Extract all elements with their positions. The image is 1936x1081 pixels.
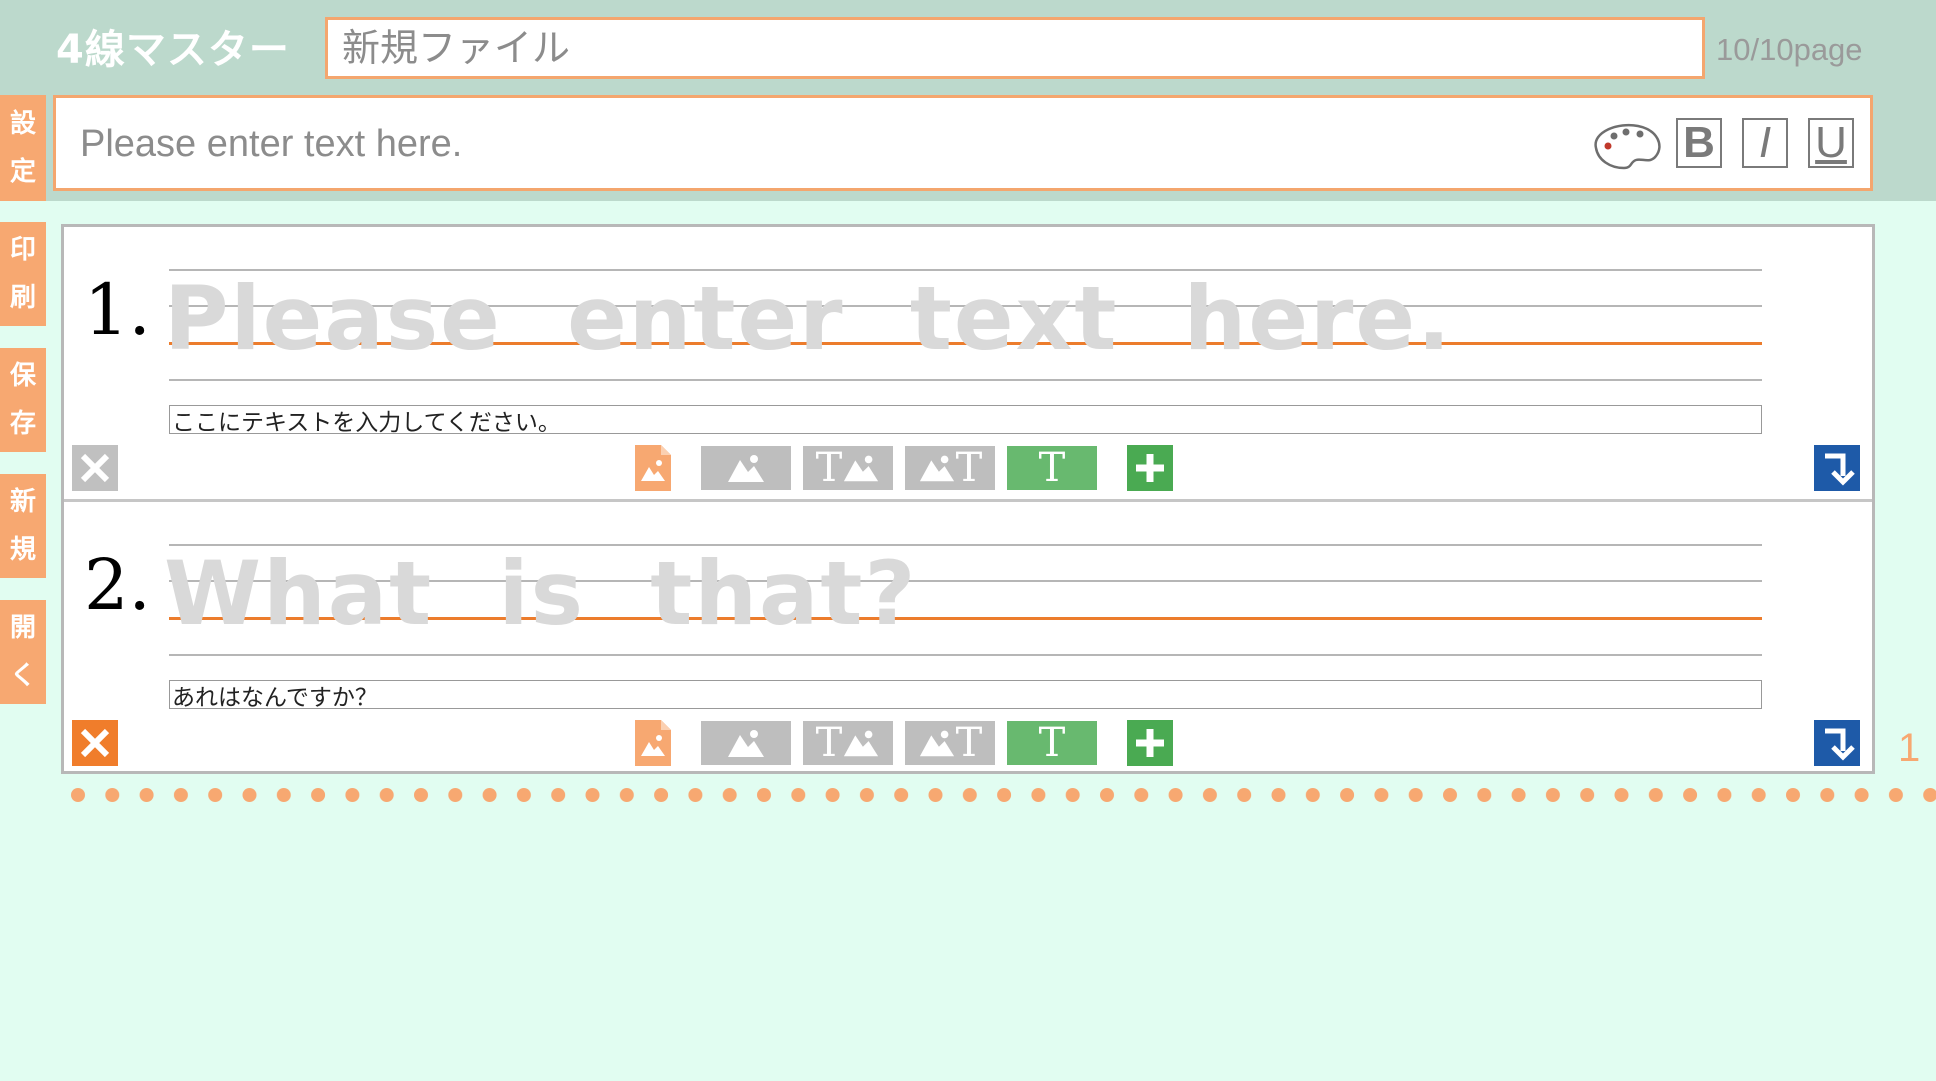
layout-text-image-button[interactable]: T xyxy=(803,446,893,490)
sidebar-item-label: 刷 xyxy=(9,283,36,313)
image-icon xyxy=(844,455,879,482)
layout-image-button[interactable] xyxy=(701,721,791,765)
worksheet: 1. Please enter text here. T T T xyxy=(61,224,1875,774)
text-glyph: T xyxy=(955,445,983,491)
sidebar-item-save[interactable]: 保 存 xyxy=(0,348,46,452)
image-icon xyxy=(728,730,764,757)
italic-button[interactable]: I xyxy=(1742,118,1788,168)
sidebar-item-label: 保 xyxy=(9,361,36,391)
sidebar-item-print[interactable]: 印 刷 xyxy=(0,222,46,326)
text-editor: B I U xyxy=(53,95,1873,191)
sentence-input[interactable] xyxy=(169,680,1762,709)
palette-button[interactable] xyxy=(1588,120,1664,170)
layout-text-image-button[interactable]: T xyxy=(803,721,893,765)
image-icon xyxy=(728,455,764,482)
trace-text: Please enter text here. xyxy=(164,267,1453,370)
app-title: 4線マスター xyxy=(56,27,290,73)
page-break-divider xyxy=(70,787,1936,803)
sidebar-item-label: 設 xyxy=(9,109,36,139)
sidebar-item-label: く xyxy=(9,661,36,691)
text-glyph: T xyxy=(955,720,983,766)
layout-text-button[interactable]: T xyxy=(1007,721,1097,765)
move-row-down-button[interactable] xyxy=(1814,445,1860,491)
add-row-button[interactable] xyxy=(1127,445,1173,491)
underline-button[interactable]: U xyxy=(1808,118,1854,168)
sidebar-item-open[interactable]: 開 く xyxy=(0,600,46,704)
layout-image-text-button[interactable]: T xyxy=(905,446,995,490)
sidebar-item-label: 存 xyxy=(9,409,36,439)
sidebar-item-new[interactable]: 新 規 xyxy=(0,474,46,578)
sentence-row: 1. Please enter text here. T T T xyxy=(64,227,1872,502)
layout-image-button[interactable] xyxy=(701,446,791,490)
arrow-down-icon xyxy=(1825,453,1855,486)
layout-image-text-button[interactable]: T xyxy=(905,721,995,765)
text-glyph: T xyxy=(1038,720,1066,766)
close-icon xyxy=(80,728,110,758)
arrow-down-icon xyxy=(1825,728,1855,761)
image-icon xyxy=(919,455,954,482)
plus-icon xyxy=(1136,454,1164,482)
image-file-button[interactable] xyxy=(635,720,671,766)
image-icon xyxy=(844,730,879,757)
bold-button[interactable]: B xyxy=(1676,118,1722,168)
sidebar-item-label: 印 xyxy=(9,235,36,265)
trace-text: What is that? xyxy=(164,542,918,645)
sidebar-item-label: 定 xyxy=(9,157,36,187)
sentence-input[interactable] xyxy=(169,405,1762,434)
image-file-icon xyxy=(635,445,671,491)
text-input[interactable] xyxy=(78,112,1562,176)
text-glyph: T xyxy=(815,720,843,766)
move-row-down-button[interactable] xyxy=(1814,720,1860,766)
plus-icon xyxy=(1136,729,1164,757)
layout-text-button[interactable]: T xyxy=(1007,446,1097,490)
image-file-button[interactable] xyxy=(635,445,671,491)
guide-line-bottom xyxy=(169,654,1762,656)
palette-icon xyxy=(1594,123,1661,170)
add-row-button[interactable] xyxy=(1127,720,1173,766)
sidebar-item-label: 新 xyxy=(9,487,36,517)
file-name-input[interactable] xyxy=(325,17,1705,79)
page-counter: 10/10page xyxy=(1716,32,1863,67)
image-icon xyxy=(919,730,954,757)
close-icon xyxy=(80,453,110,483)
delete-row-button[interactable] xyxy=(72,445,118,491)
page-number: 1 xyxy=(1898,726,1921,770)
sidebar-item-settings[interactable]: 設 定 xyxy=(0,95,46,201)
text-glyph: T xyxy=(815,445,843,491)
text-glyph: T xyxy=(1038,445,1066,491)
delete-row-button[interactable] xyxy=(72,720,118,766)
image-file-icon xyxy=(635,720,671,766)
sidebar-item-label: 開 xyxy=(9,613,36,643)
sidebar-item-label: 規 xyxy=(9,535,36,565)
sentence-row: 2. What is that? T T T xyxy=(64,502,1872,774)
guide-line-bottom xyxy=(169,379,1762,381)
